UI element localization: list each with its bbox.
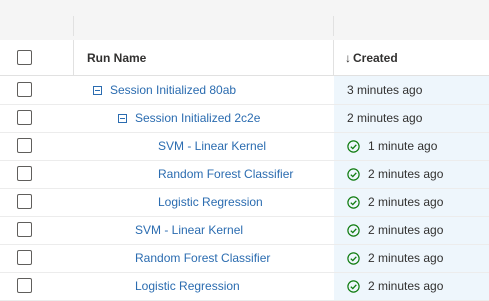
success-check-icon (347, 195, 360, 209)
row-checkbox[interactable] (17, 166, 32, 181)
column-divider (333, 40, 334, 75)
column-divider (73, 40, 74, 75)
row-checkbox[interactable] (17, 110, 32, 125)
runs-grid: Run Name ↓ Created Session Initialized 8… (0, 0, 489, 301)
success-check-icon (347, 223, 360, 237)
run-name-header-label: Run Name (87, 50, 147, 65)
collapse-icon[interactable] (118, 113, 127, 123)
column-header-created[interactable]: ↓ Created (345, 40, 398, 75)
row-checkbox[interactable] (17, 278, 32, 293)
success-check-icon (347, 251, 360, 265)
table-row[interactable]: Session Initialized 80ab 3 minutes ago (0, 76, 489, 105)
sort-descending-icon: ↓ (345, 50, 351, 65)
table-row[interactable]: Logistic Regression 2 minutes ago (0, 188, 489, 217)
run-name-cell: Random Forest Classifier (158, 160, 293, 188)
row-checkbox[interactable] (17, 250, 32, 265)
run-name-cell: Logistic Regression (135, 272, 240, 300)
success-check-icon (347, 167, 360, 181)
column-divider (333, 16, 334, 36)
created-time: 2 minutes ago (368, 223, 444, 237)
created-cell: 2 minutes ago (347, 160, 443, 188)
created-cell: 2 minutes ago (347, 272, 443, 300)
table-row[interactable]: SVM - Linear Kernel 1 minute ago (0, 132, 489, 161)
created-cell: 2 minutes ago (347, 104, 422, 132)
row-checkbox[interactable] (17, 82, 32, 97)
success-check-icon (347, 139, 360, 153)
run-name-cell: Session Initialized 80ab (93, 76, 236, 104)
table-row[interactable]: Session Initialized 2c2e 2 minutes ago (0, 104, 489, 133)
run-name-cell: SVM - Linear Kernel (158, 132, 266, 160)
run-name-cell: Logistic Regression (158, 188, 263, 216)
grid-header: Run Name ↓ Created (0, 40, 489, 76)
created-time: 2 minutes ago (368, 251, 444, 265)
created-time: 2 minutes ago (368, 279, 444, 293)
run-name-link[interactable]: Session Initialized 2c2e (135, 111, 260, 125)
select-all-checkbox[interactable] (17, 50, 32, 65)
run-name-cell: Random Forest Classifier (135, 244, 270, 272)
created-time: 1 minute ago (368, 139, 438, 153)
row-checkbox[interactable] (17, 194, 32, 209)
run-name-link[interactable]: Session Initialized 80ab (110, 83, 236, 97)
row-checkbox[interactable] (17, 222, 32, 237)
column-header-run-name[interactable]: Run Name (87, 40, 146, 75)
table-row[interactable]: Random Forest Classifier 2 minutes ago (0, 244, 489, 273)
run-name-link[interactable]: SVM - Linear Kernel (135, 223, 243, 237)
run-name-link[interactable]: SVM - Linear Kernel (158, 139, 266, 153)
table-row[interactable]: Logistic Regression 2 minutes ago (0, 272, 489, 301)
created-time: 3 minutes ago (347, 83, 423, 97)
run-name-link[interactable]: Logistic Regression (135, 279, 240, 293)
table-row[interactable]: SVM - Linear Kernel 2 minutes ago (0, 216, 489, 245)
created-header-label: Created (353, 50, 398, 65)
created-cell: 2 minutes ago (347, 188, 443, 216)
table-row[interactable]: Random Forest Classifier 2 minutes ago (0, 160, 489, 189)
column-divider (73, 16, 74, 36)
created-time: 2 minutes ago (347, 111, 423, 125)
created-cell: 2 minutes ago (347, 216, 443, 244)
created-cell: 3 minutes ago (347, 76, 422, 104)
run-name-link[interactable]: Random Forest Classifier (135, 251, 270, 265)
run-name-cell: SVM - Linear Kernel (135, 216, 243, 244)
created-time: 2 minutes ago (368, 167, 444, 181)
run-name-link[interactable]: Random Forest Classifier (158, 167, 293, 181)
created-time: 2 minutes ago (368, 195, 444, 209)
collapse-icon[interactable] (93, 85, 102, 95)
created-cell: 1 minute ago (347, 132, 437, 160)
created-cell: 2 minutes ago (347, 244, 443, 272)
run-name-link[interactable]: Logistic Regression (158, 195, 263, 209)
row-checkbox[interactable] (17, 138, 32, 153)
success-check-icon (347, 279, 360, 293)
run-name-cell: Session Initialized 2c2e (118, 104, 260, 132)
